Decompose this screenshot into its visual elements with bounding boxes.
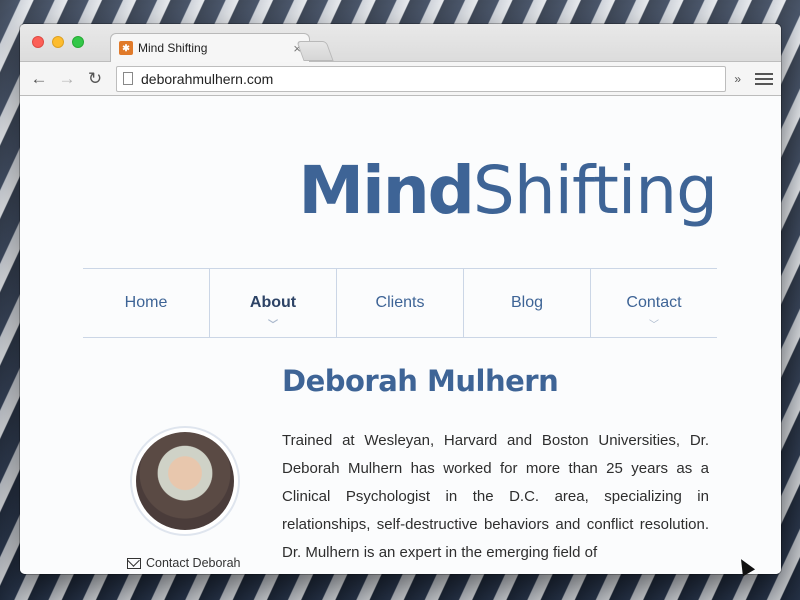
nav-label: Blog [510, 294, 544, 311]
bio-paragraph: Trained at Wesleyan, Harvard and Boston … [282, 432, 709, 561]
forward-arrow-icon[interactable]: → [56, 68, 78, 90]
nav-item-blog[interactable]: Blog [464, 269, 591, 337]
chevron-down-icon: ﹀ [649, 320, 659, 331]
extensions-overflow-icon[interactable]: » [732, 72, 743, 86]
portrait-image [136, 432, 234, 530]
reload-icon[interactable]: ↻ [84, 68, 106, 90]
logo-light-text: Shifting [472, 152, 718, 229]
page-icon [123, 72, 133, 85]
site-favicon-icon: ✱ [119, 41, 133, 55]
contact-link-label: Contact Deborah [146, 556, 241, 570]
nav-label: Contact [626, 294, 682, 311]
close-window-button[interactable] [32, 36, 44, 48]
address-bar[interactable]: deborahmulhern.com [116, 65, 727, 92]
nav-item-about[interactable]: About ﹀ [210, 269, 337, 337]
envelope-icon [127, 557, 141, 569]
nav-item-home[interactable]: Home [83, 269, 210, 337]
new-tab-button[interactable] [296, 41, 334, 61]
tab-bar: ✱ Mind Shifting × [20, 24, 781, 62]
nav-item-contact[interactable]: Contact ﹀ [591, 269, 717, 337]
contact-deborah-link[interactable]: Contact Deborah [127, 556, 241, 570]
hamburger-menu-icon[interactable] [755, 72, 773, 85]
nav-label: About [249, 294, 297, 311]
tab-title: Mind Shifting [138, 41, 208, 55]
page-title: Deborah Mulhern [282, 364, 559, 398]
window-controls [32, 36, 84, 48]
web-page: MindShifting Home About ﹀ Clients Blog C… [20, 96, 781, 574]
main-navigation: Home About ﹀ Clients Blog Contact ﹀ [83, 268, 717, 338]
browser-toolbar: ← → ↻ deborahmulhern.com » [20, 62, 781, 96]
back-arrow-icon[interactable]: ← [28, 68, 50, 90]
browser-window: ✱ Mind Shifting × ← → ↻ deborahmulhern.c… [20, 24, 781, 574]
nav-item-clients[interactable]: Clients [337, 269, 464, 337]
logo-bold-text: Mind [298, 152, 475, 229]
site-logo[interactable]: MindShifting [298, 152, 718, 229]
nav-label: Home [124, 294, 168, 311]
nav-label: Clients [375, 294, 425, 311]
url-text[interactable]: deborahmulhern.com [141, 71, 273, 87]
browser-tab[interactable]: ✱ Mind Shifting × [110, 33, 310, 62]
profile-photo [130, 426, 240, 536]
chevron-down-icon: ﹀ [268, 320, 278, 331]
minimize-window-button[interactable] [52, 36, 64, 48]
zoom-window-button[interactable] [72, 36, 84, 48]
